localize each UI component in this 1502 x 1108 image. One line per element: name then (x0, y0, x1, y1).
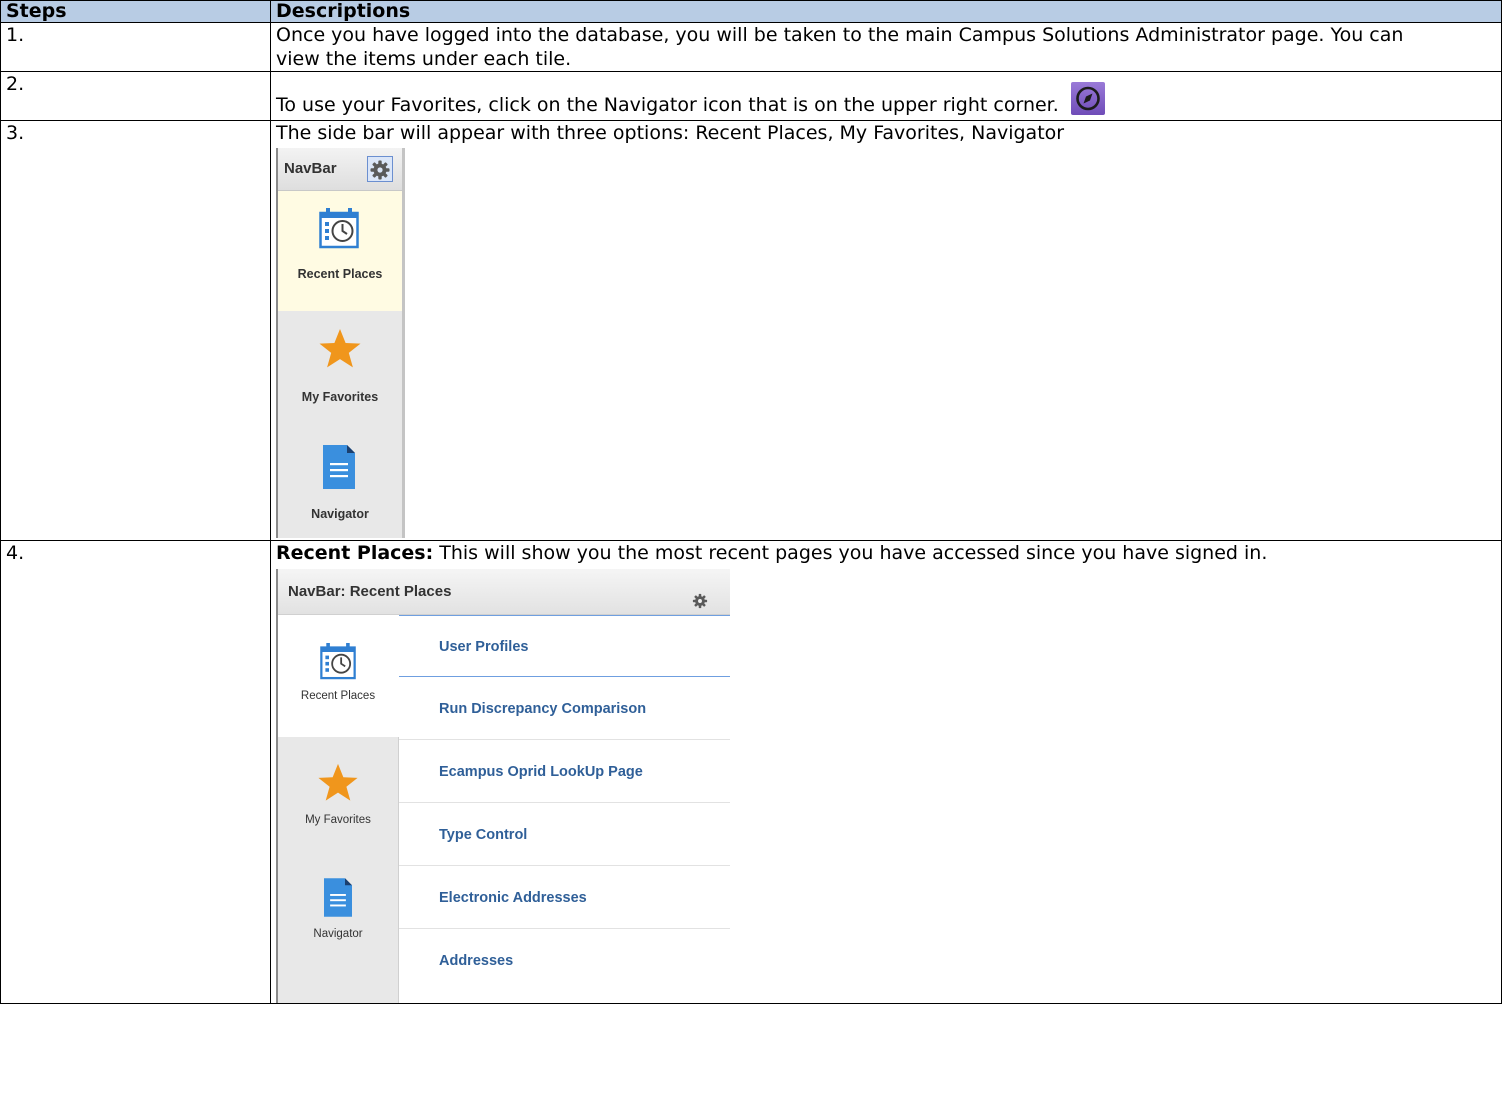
step-description-cell: The side bar will appear with three opti… (270, 120, 1502, 541)
step-description-bold: Recent Places: (276, 542, 434, 564)
step-description: To use your Favorites, click on the Navi… (276, 94, 1059, 116)
navbar-panel: NavBar Recent Places My Favorites Naviga… (276, 148, 405, 538)
navigator-compass-icon (1070, 82, 1105, 115)
navbar-recent-panel: NavBar: Recent Places Recent Places My F… (276, 569, 730, 1003)
star-icon (317, 762, 359, 813)
recent-place-link[interactable]: Type Control (399, 804, 730, 866)
table-row: 2. To use your Favorites, click on the N… (0, 71, 1502, 121)
recent-place-link[interactable]: Electronic Addresses (399, 867, 730, 929)
step-number: 2. (0, 71, 271, 121)
navbar-item-recent-places[interactable]: Recent Places (278, 615, 398, 737)
step-description: The side bar will appear with three opti… (276, 122, 1065, 144)
navbar-item-label: Recent Places (297, 267, 383, 281)
recent-place-link[interactable]: Run Discrepancy Comparison (399, 678, 730, 740)
document-icon (324, 878, 352, 926)
step-number: 3. (0, 120, 271, 541)
navbar-header: NavBar: Recent Places (278, 569, 730, 615)
navbar-item-label: Recent Places (300, 690, 376, 702)
navbar-item-navigator[interactable]: Navigator (278, 861, 398, 981)
gear-icon[interactable] (367, 156, 393, 182)
header-row: Steps Descriptions (0, 0, 1502, 23)
navbar-item-label: Navigator (313, 928, 363, 940)
navbar-title: NavBar (284, 160, 337, 177)
step-description-text: This will show you the most recent pages… (433, 542, 1268, 564)
navbar-side: Recent Places My Favorites Navigator (278, 615, 399, 1003)
calendar-clock-icon (319, 207, 359, 257)
navbar-item-my-favorites[interactable]: My Favorites (278, 737, 398, 861)
star-icon (318, 327, 362, 379)
recent-place-link[interactable]: Addresses (399, 930, 730, 992)
step-number: 1. (0, 22, 271, 72)
steps-table: Steps Descriptions 1. Once you have logg… (0, 0, 1502, 1004)
navbar-item-navigator[interactable]: Navigator (278, 431, 402, 538)
step-number: 4. (0, 540, 271, 1004)
navbar-item-label: My Favorites (305, 814, 371, 826)
document-icon (323, 445, 355, 497)
navbar-item-recent-places[interactable]: Recent Places (278, 191, 402, 311)
navbar-header: NavBar (278, 148, 402, 191)
steps-header: Steps (0, 0, 271, 23)
recent-place-link[interactable]: User Profiles (399, 615, 730, 677)
step-description: Recent Places: This will show you the mo… (276, 541, 1501, 565)
step-description-cell: Recent Places: This will show you the mo… (270, 540, 1502, 1004)
navbar-item-my-favorites[interactable]: My Favorites (278, 311, 402, 431)
navbar-title: NavBar: Recent Places (288, 583, 452, 600)
table-row: 3. The side bar will appear with three o… (0, 120, 1502, 541)
navbar-item-label: Navigator (311, 507, 369, 521)
calendar-clock-icon (320, 642, 356, 689)
recent-place-link[interactable]: Ecampus Oprid LookUp Page (399, 741, 730, 803)
descriptions-header: Descriptions (270, 0, 1502, 23)
step-description-cell: To use your Favorites, click on the Navi… (270, 71, 1502, 121)
navbar-item-label: My Favorites (301, 390, 379, 404)
table-row: 4. Recent Places: This will show you the… (0, 540, 1502, 1004)
step-description: Once you have logged into the database, … (270, 22, 1502, 72)
table-row: 1. Once you have logged into the databas… (0, 22, 1502, 72)
